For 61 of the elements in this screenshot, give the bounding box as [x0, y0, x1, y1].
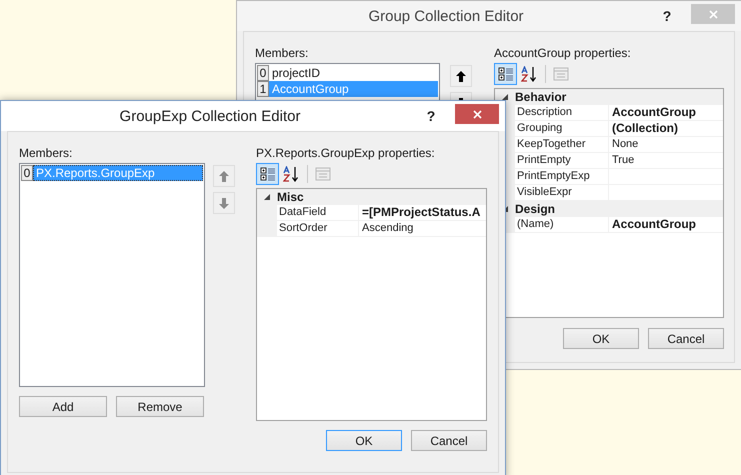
list-action-button[interactable]: Add	[19, 396, 107, 417]
close-icon	[708, 10, 718, 18]
member-name: projectID	[271, 65, 322, 81]
window-title: Group Collection Editor	[367, 6, 525, 27]
index-label: 1	[257, 81, 269, 97]
property-value: True	[609, 153, 723, 169]
dialog-button[interactable]: Cancel	[411, 430, 487, 451]
member-name: PX.Reports.GroupExp	[33, 165, 203, 181]
close-button[interactable]	[455, 104, 499, 124]
up-arrow-icon	[456, 70, 466, 82]
property-name: SortOrder	[277, 221, 359, 237]
dialog-button[interactable]: Cancel	[648, 328, 724, 349]
properties-label: AccountGroup properties:	[494, 46, 632, 60]
categorized-icon	[498, 66, 514, 82]
category-name: Design	[515, 201, 556, 218]
member-name: AccountGroup	[269, 81, 438, 97]
help-button[interactable]: ?	[655, 6, 679, 26]
member-item[interactable]: 0 projectID	[257, 65, 438, 81]
categorized-button[interactable]	[256, 163, 279, 185]
property-pages-icon	[314, 167, 330, 181]
collapse-icon	[502, 94, 508, 100]
members-label: Members:	[19, 146, 74, 160]
dialog-button[interactable]: OK	[326, 430, 402, 451]
dialog-button[interactable]: OK	[563, 328, 639, 349]
down-arrow-icon	[219, 198, 229, 208]
category-name: Misc	[277, 189, 304, 206]
members-label: Members:	[255, 46, 310, 60]
member-item[interactable]: 0 PX.Reports.GroupExp	[21, 165, 203, 181]
help-button[interactable]: ?	[419, 106, 443, 126]
property-name: VisibleExpr	[515, 185, 609, 201]
list-action-button[interactable]: Remove	[116, 396, 204, 417]
property-name: KeepTogether	[515, 137, 609, 153]
window-title: GroupExp Collection Editor	[118, 106, 302, 127]
up-arrow-icon	[219, 170, 229, 182]
collapse-icon	[264, 194, 270, 200]
index-label: 0	[257, 65, 269, 81]
property-value: Ascending	[359, 221, 486, 237]
category-row[interactable]: Behavior	[495, 89, 723, 105]
member-item[interactable]: 1 AccountGroup	[257, 81, 438, 97]
category-row[interactable]: Misc	[257, 189, 486, 205]
index-label: 0	[21, 165, 33, 181]
property-value: AccountGroup	[609, 217, 723, 233]
property-name: Description	[515, 105, 609, 121]
property-name: DataField	[277, 205, 359, 221]
property-value: None	[609, 137, 723, 153]
property-value: (Collection)	[609, 121, 723, 137]
property-name: PrintEmptyExp	[515, 169, 609, 185]
sort-alphabetical-icon	[282, 166, 300, 182]
categorized-button[interactable]	[494, 63, 517, 85]
close-icon	[472, 110, 482, 118]
move-up-button[interactable]	[450, 65, 472, 87]
sort-alphabetical-icon	[520, 66, 538, 82]
categorized-icon	[260, 166, 276, 182]
category-name: Behavior	[515, 89, 566, 106]
property-name: Grouping	[515, 121, 609, 137]
property-name: PrintEmpty	[515, 153, 609, 169]
property-value: AccountGroup	[609, 105, 723, 121]
property-value: =[PMProjectStatus.A	[359, 205, 486, 221]
property-name: (Name)	[515, 217, 609, 233]
property-pages-icon	[552, 67, 568, 81]
properties-label: PX.Reports.GroupExp properties:	[256, 146, 436, 160]
